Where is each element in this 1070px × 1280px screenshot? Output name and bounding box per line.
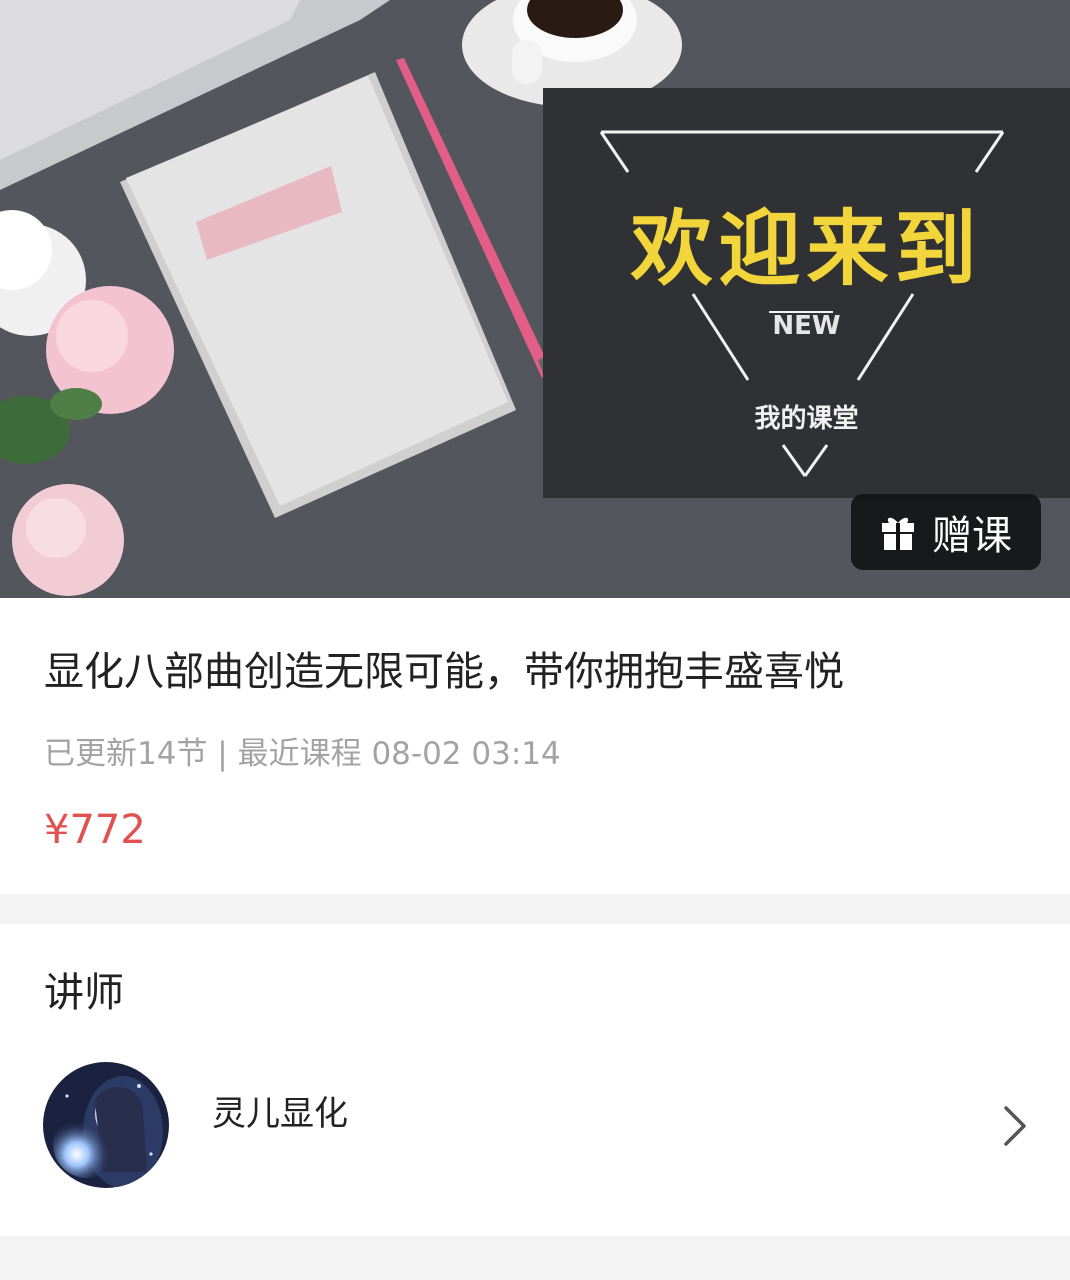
course-title: 显化八部曲创造无限可能，带你拥抱丰盛喜悦	[44, 649, 844, 695]
gift-course-button[interactable]: 赠课	[851, 494, 1041, 570]
gift-course-label: 赠课	[932, 513, 1012, 559]
welcome-title: 欢迎来到	[630, 202, 983, 297]
course-update-meta: 已更新14节 | 最近课程 08-02 03:14	[44, 736, 561, 772]
course-info-card: 显化八部曲创造无限可能，带你拥抱丰盛喜悦 已更新14节 | 最近课程 08-02…	[0, 598, 1070, 894]
chevron-right-icon[interactable]	[1000, 1104, 1028, 1148]
course-price: ¥772	[44, 807, 146, 853]
lecturer-row[interactable]: 灵儿显化	[0, 1054, 1070, 1194]
welcome-subtitle: 我的课堂	[754, 404, 859, 434]
lecturer-avatar[interactable]	[43, 1062, 169, 1188]
lecturer-section: 讲师 灵儿显化	[0, 924, 1070, 1236]
lecturer-name[interactable]: 灵儿显化	[212, 1090, 348, 1138]
gift-icon	[882, 517, 914, 550]
avatar-image	[43, 1062, 169, 1188]
course-cover-banner: 欢迎来到 NEW 我的课堂 赠课	[0, 0, 1070, 598]
welcome-new-label: NEW	[772, 311, 841, 341]
section-title-lecturer: 讲师	[44, 970, 124, 1016]
